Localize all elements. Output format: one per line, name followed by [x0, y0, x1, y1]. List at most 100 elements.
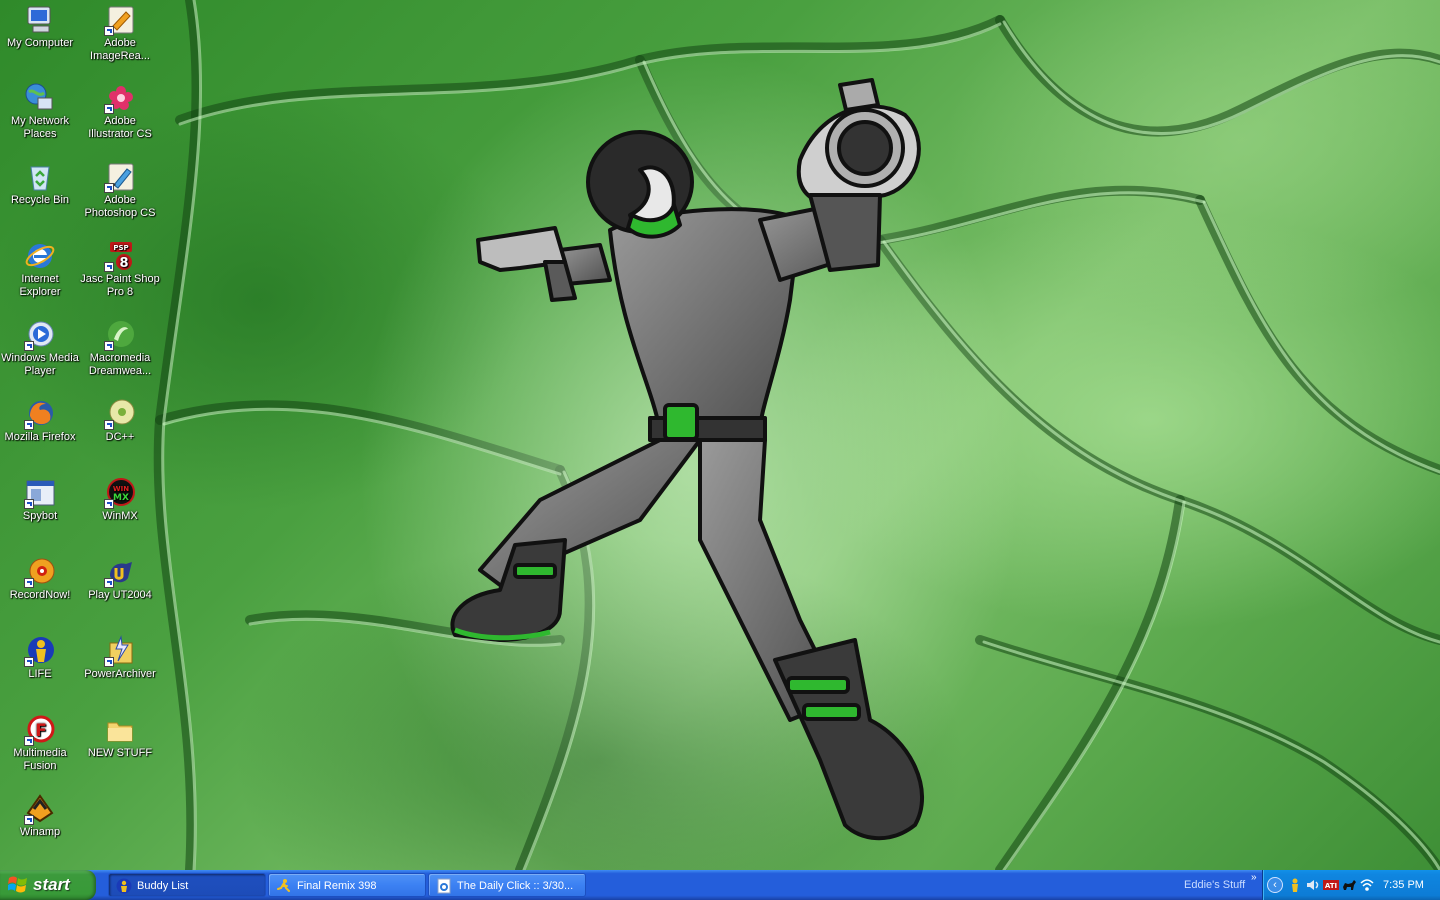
taskbar: start Buddy List Final Remix 398 The Dai…	[0, 870, 1440, 900]
start-button[interactable]: start	[0, 870, 96, 900]
toolbar-label[interactable]: Eddie's Stuff	[1184, 870, 1245, 900]
shortcut-arrow-icon	[104, 183, 114, 193]
shortcut-arrow-icon	[24, 341, 34, 351]
desktop-icon-dcplusplus[interactable]: DC++	[80, 398, 160, 444]
shortcut-arrow-icon	[104, 578, 114, 588]
svg-text:F: F	[35, 721, 47, 741]
shortcut-arrow-icon	[24, 578, 34, 588]
desktop-icon-my-computer[interactable]: My Computer	[0, 4, 80, 50]
svg-text:ATI: ATI	[1325, 882, 1337, 890]
dog-tray-icon[interactable]	[1341, 877, 1357, 893]
shortcut-arrow-icon	[24, 657, 34, 667]
wireless-tray-icon[interactable]	[1359, 877, 1375, 893]
desktop-icon-label: Mozilla Firefox	[4, 431, 76, 443]
taskbar-button-daily-click[interactable]: The Daily Click :: 3/30...	[428, 873, 586, 897]
adobe-imageready-icon	[104, 4, 136, 36]
dreamweaver-icon	[104, 319, 136, 351]
clock[interactable]: 7:35 PM	[1383, 870, 1424, 900]
ie-page-icon	[436, 878, 452, 894]
taskbar-button-final-remix[interactable]: Final Remix 398	[268, 873, 426, 897]
desktop-icon-new-stuff[interactable]: NEW STUFF	[80, 714, 160, 760]
winamp-icon	[24, 793, 56, 825]
shortcut-arrow-icon	[104, 420, 114, 430]
paint-shop-pro-icon: PSP 8	[104, 240, 136, 272]
volume-tray-icon[interactable]	[1305, 877, 1321, 893]
desktop-icon-label: Adobe Photoshop CS	[84, 194, 156, 219]
desktop-icon-label: Macromedia Dreamwea...	[88, 352, 152, 377]
powerarchiver-icon	[104, 635, 136, 667]
desktop-icon-label: Spybot	[22, 510, 58, 522]
desktop-icon-adobe-imageready[interactable]: Adobe ImageRea...	[80, 4, 160, 63]
tray-expand-button[interactable]: ‹	[1267, 877, 1283, 893]
desktop-icon-label: Windows Media Player	[1, 352, 79, 377]
desktop-icon-internet-explorer[interactable]: Internet Explorer	[0, 240, 80, 299]
svg-text:MX: MX	[113, 493, 129, 503]
my-computer-icon	[24, 4, 56, 36]
windows-flag-icon	[8, 876, 27, 893]
desktop-icon-label: Winamp	[19, 826, 61, 838]
desktop-icon-label: Jasc Paint Shop Pro 8	[80, 273, 160, 298]
desktop-icon-life[interactable]: LIFE	[0, 635, 80, 681]
shortcut-arrow-icon	[24, 420, 34, 430]
desktop-icon-label: WinMX	[102, 510, 138, 522]
desktop-icon-windows-media-player[interactable]: Windows Media Player	[0, 319, 80, 378]
shortcut-arrow-icon	[104, 26, 114, 36]
taskbar-button-label: The Daily Click :: 3/30...	[457, 880, 574, 892]
desktop-icon-recordnow[interactable]: RecordNow!	[0, 556, 80, 602]
shortcut-arrow-icon	[104, 262, 114, 272]
desktop-icon-label: RecordNow!	[9, 589, 71, 601]
adobe-illustrator-icon	[104, 82, 136, 114]
desktop-icon-adobe-photoshop[interactable]: Adobe Photoshop CS	[80, 161, 160, 220]
shortcut-arrow-icon	[24, 499, 34, 509]
desktop-icon-paint-shop-pro[interactable]: PSP 8 Jasc Paint Shop Pro 8	[80, 240, 160, 299]
my-network-places-icon	[24, 82, 56, 114]
dcplusplus-icon	[104, 398, 136, 430]
desktop-icon-dreamweaver[interactable]: Macromedia Dreamwea...	[80, 319, 160, 378]
desktop-icon-label: My Network Places	[10, 115, 70, 140]
aim-running-man-icon	[276, 878, 292, 894]
toolbar-chevron-icon[interactable]: »	[1251, 873, 1257, 883]
desktop-icon-label: Internet Explorer	[19, 273, 61, 298]
desktop-icon-powerarchiver[interactable]: PowerArchiver	[80, 635, 160, 681]
psp-badge-text: PSP	[113, 244, 128, 252]
shortcut-arrow-icon	[104, 657, 114, 667]
ati-tray-icon[interactable]: ATI	[1323, 877, 1339, 893]
shortcut-arrow-icon	[24, 815, 34, 825]
desktop-icon-label: Recycle Bin	[10, 194, 70, 206]
adobe-photoshop-icon	[104, 161, 136, 193]
desktop-icon-label: Play UT2004	[88, 589, 152, 601]
aim-life-icon	[24, 635, 56, 667]
svg-text:8: 8	[119, 256, 128, 271]
desktop[interactable]: My Computer Adobe ImageRea... My Network…	[0, 0, 1440, 870]
firefox-icon	[24, 398, 56, 430]
desktop-icon-label: Adobe Illustrator CS	[88, 115, 152, 140]
desktop-icon-winmx[interactable]: WIN MX WinMX	[80, 477, 160, 523]
taskbar-button-buddy-list[interactable]: Buddy List	[108, 873, 266, 897]
desktop-icon-label: My Computer	[6, 37, 74, 49]
desktop-icon-label: NEW STUFF	[87, 747, 153, 759]
desktop-icon-winamp[interactable]: Winamp	[0, 793, 80, 839]
system-tray: ‹ ATI 7:35 PM	[1262, 870, 1440, 900]
recycle-bin-icon	[24, 161, 56, 193]
desktop-icon-play-ut2004[interactable]: Play UT2004	[80, 556, 160, 602]
windows-media-player-icon	[24, 319, 56, 351]
folder-icon	[104, 714, 136, 746]
shortcut-arrow-icon	[104, 104, 114, 114]
desktop-icon-spybot[interactable]: Spybot	[0, 477, 80, 523]
desktop-icon-label: DC++	[105, 431, 135, 443]
start-label: start	[33, 875, 70, 894]
taskbar-button-label: Buddy List	[137, 880, 189, 892]
multimedia-fusion-icon: F	[24, 714, 56, 746]
desktop-icon-recycle-bin[interactable]: Recycle Bin	[0, 161, 80, 207]
desktop-icon-label: LIFE	[28, 668, 52, 680]
desktop-icon-label: PowerArchiver	[84, 668, 156, 680]
desktop-icon-multimedia-fusion[interactable]: F Multimedia Fusion	[0, 714, 80, 773]
desktop-icon-label: Adobe ImageRea...	[90, 37, 150, 62]
desktop-icon-my-network-places[interactable]: My Network Places	[0, 82, 80, 141]
shortcut-arrow-icon	[24, 736, 34, 746]
shortcut-arrow-icon	[104, 499, 114, 509]
aim-tray-icon[interactable]	[1287, 877, 1303, 893]
svg-text:WIN: WIN	[113, 485, 129, 493]
desktop-icon-adobe-illustrator[interactable]: Adobe Illustrator CS	[80, 82, 160, 141]
desktop-icon-mozilla-firefox[interactable]: Mozilla Firefox	[0, 398, 80, 444]
